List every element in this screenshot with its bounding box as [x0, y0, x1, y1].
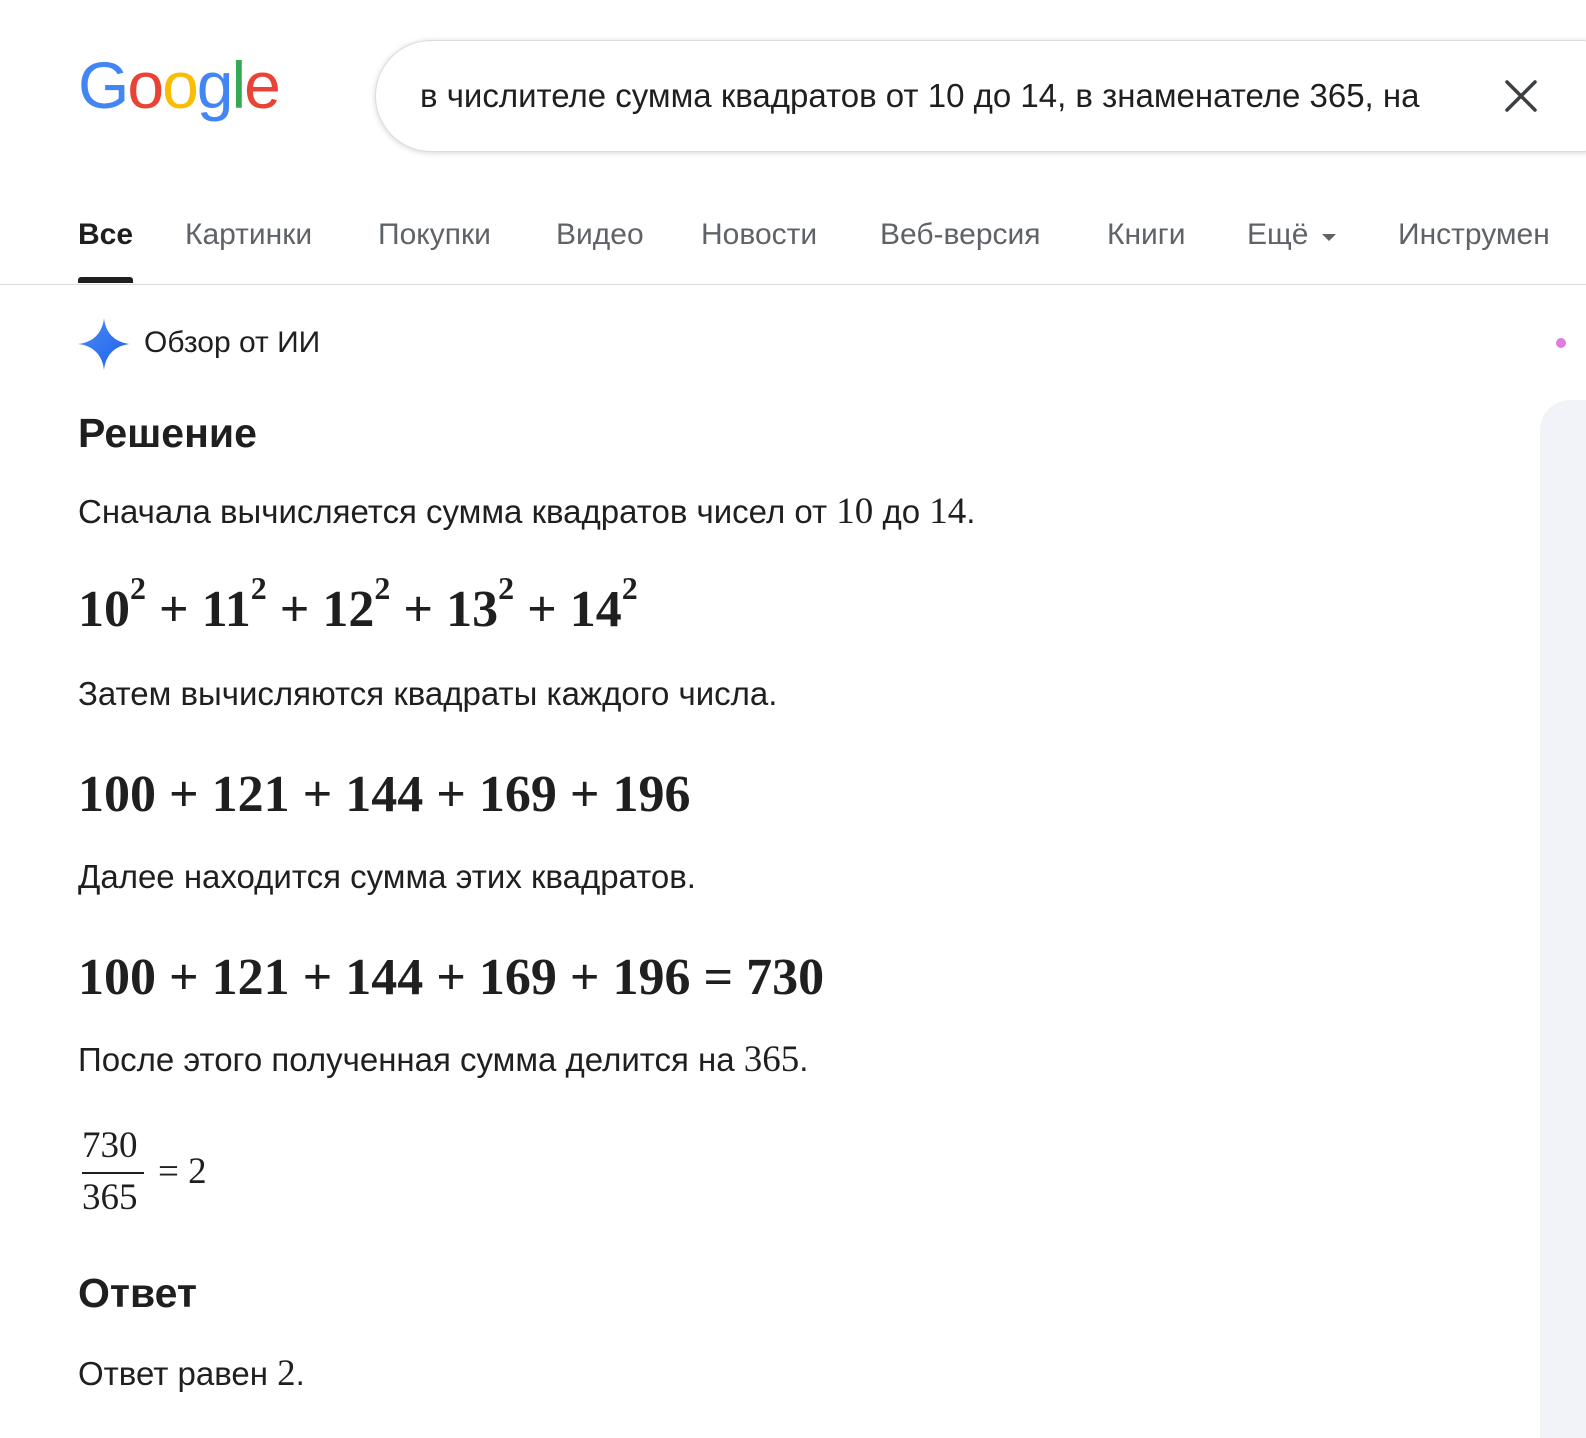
- step4-number: 365: [743, 1039, 800, 1080]
- side-panel: [1540, 400, 1586, 1438]
- square-exponent: 2: [374, 569, 391, 606]
- square-base: 11: [201, 581, 251, 638]
- tab-all[interactable]: Все: [78, 218, 133, 252]
- tab-web[interactable]: Веб-версия: [880, 218, 1041, 252]
- sparkle-icon: [78, 318, 130, 370]
- step2-text: Затем вычисляются квадраты каждого числа…: [78, 675, 778, 712]
- logo-letter: o: [162, 48, 199, 122]
- tab-shopping[interactable]: Покупки: [378, 218, 491, 252]
- plus-operator: +: [266, 581, 323, 638]
- logo-letter: g: [196, 48, 234, 122]
- plus-operator: +: [390, 581, 447, 638]
- square-exponent: 2: [498, 569, 515, 606]
- answer-label: Ответ равен: [78, 1355, 268, 1392]
- logo-letter: l: [231, 48, 247, 122]
- plus-operator: +: [146, 581, 202, 638]
- squares-expression: 102 + 112 + 122 + 132 + 142: [78, 572, 638, 639]
- tab-books[interactable]: Книги: [1107, 218, 1186, 252]
- square-exponent: 2: [250, 569, 267, 606]
- values-expression: 100 + 121 + 144 + 169 + 196: [78, 766, 691, 823]
- square-base: 10: [78, 581, 130, 638]
- square-base: 12: [322, 581, 375, 638]
- square-base: 14: [569, 581, 622, 638]
- step1-label: Сначала вычисляется сумма квадратов чисе…: [78, 493, 828, 530]
- square-exponent: 2: [130, 569, 146, 606]
- search-box[interactable]: в числителе сумма квадратов от 10 до 14,…: [375, 40, 1586, 152]
- answer-text: Ответ равен 2.: [78, 1352, 305, 1395]
- fraction-numerator: 730: [82, 1125, 138, 1166]
- logo-letter: e: [244, 48, 281, 122]
- fraction-bar: [82, 1172, 144, 1174]
- caret-down-icon: [1322, 234, 1336, 241]
- plus-operator: +: [514, 581, 570, 638]
- close-icon: [1505, 80, 1537, 112]
- step1-to-word: до: [882, 493, 921, 530]
- step4-label: После этого полученная сумма делится на: [78, 1041, 735, 1078]
- step4-end: .: [799, 1041, 809, 1078]
- step3-text: Далее находится сумма этих квадратов.: [78, 858, 696, 895]
- answer-value: 2: [277, 1353, 296, 1394]
- square-base: 13: [446, 581, 499, 638]
- step4-text: После этого полученная сумма делится на …: [78, 1038, 808, 1081]
- search-results-page: Google в числителе сумма квадратов от 10…: [0, 0, 1586, 1438]
- fraction-denominator: 365: [82, 1177, 138, 1218]
- solution-heading: Решение: [78, 410, 257, 456]
- logo-letter: o: [127, 48, 164, 122]
- step1-text: Сначала вычисляется сумма квадратов чисе…: [78, 490, 975, 533]
- fraction-result: = 2: [158, 1151, 207, 1192]
- tab-images[interactable]: Картинки: [185, 218, 312, 252]
- tab-more[interactable]: Ещё: [1247, 218, 1308, 252]
- google-logo[interactable]: Google: [78, 48, 281, 122]
- search-input[interactable]: в числителе сумма квадратов от 10 до 14,…: [420, 41, 1472, 151]
- step1-from: 10: [836, 491, 874, 532]
- answer-heading: Ответ: [78, 1270, 197, 1316]
- tab-news[interactable]: Новости: [701, 218, 817, 252]
- step1-end: .: [966, 493, 976, 530]
- tab-tools[interactable]: Инструмен: [1398, 218, 1550, 252]
- answer-end: .: [295, 1355, 305, 1392]
- step1-to: 14: [929, 491, 967, 532]
- status-dot: [1556, 338, 1566, 348]
- tab-videos[interactable]: Видео: [556, 218, 644, 252]
- clear-search-button[interactable]: [1496, 71, 1546, 121]
- active-tab-indicator: [78, 277, 133, 283]
- square-exponent: 2: [621, 569, 638, 606]
- ai-overview-title: Обзор от ИИ: [144, 326, 321, 359]
- sum-expression: 100 + 121 + 144 + 169 + 196 = 730: [78, 949, 825, 1006]
- logo-letter: G: [78, 48, 129, 122]
- search-tabs: Все Картинки Покупки Видео Новости Веб-в…: [0, 200, 1586, 285]
